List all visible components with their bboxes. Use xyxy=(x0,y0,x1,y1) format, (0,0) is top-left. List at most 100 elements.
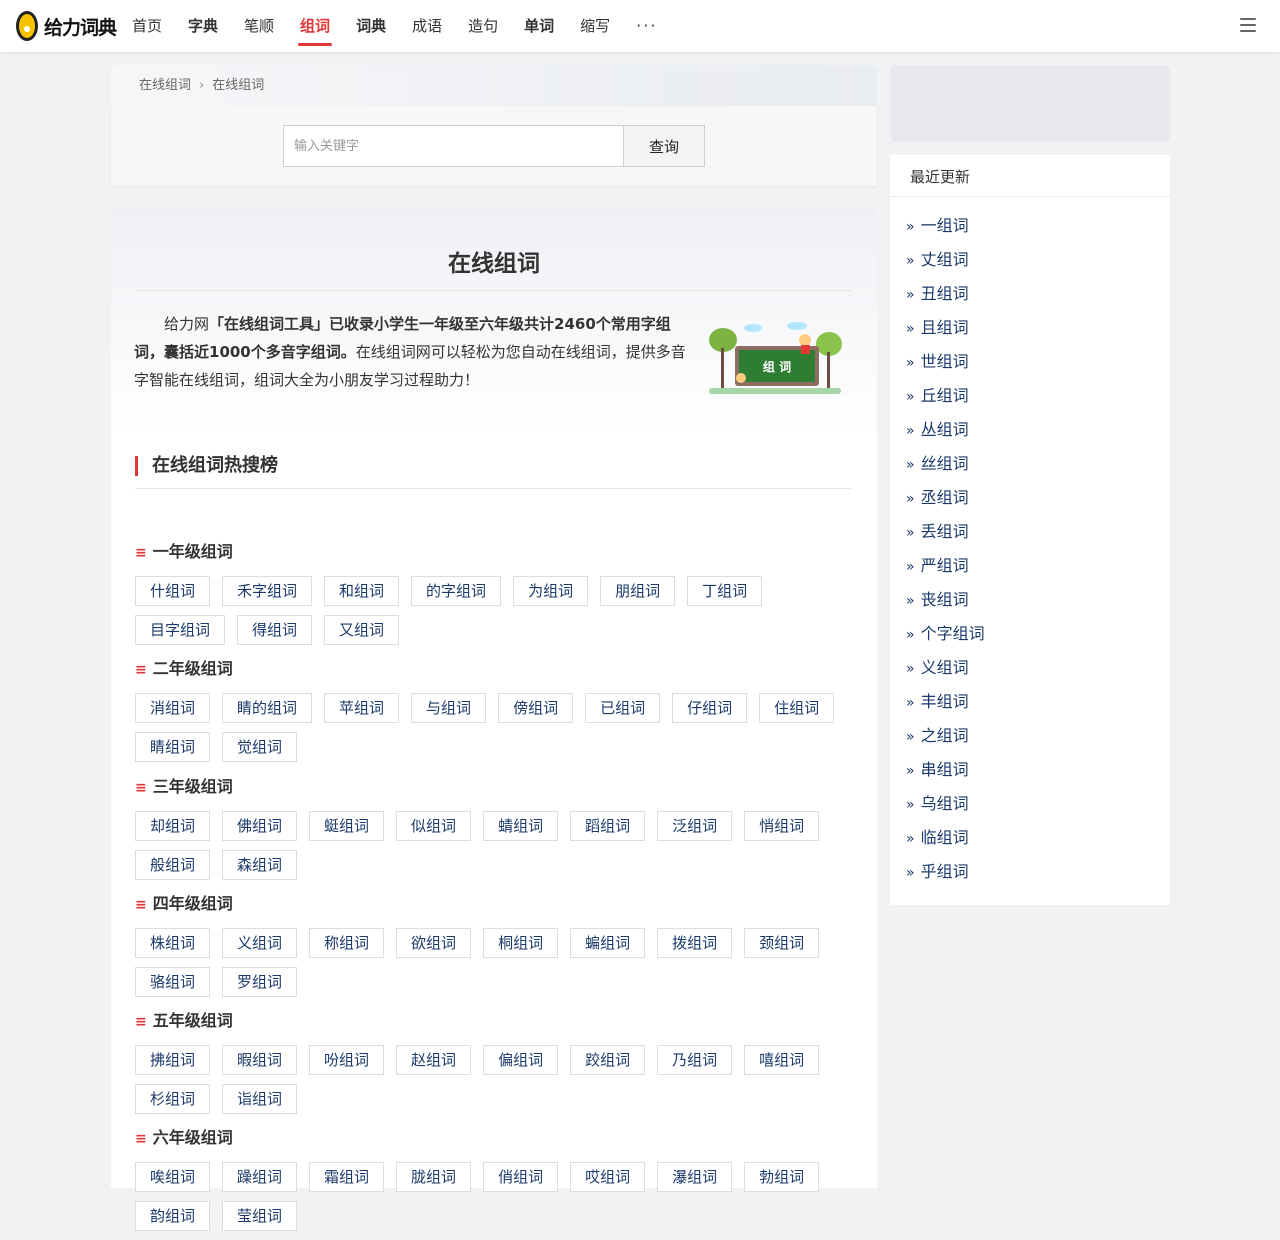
word-tag-link[interactable]: 嘻组词 xyxy=(744,1045,820,1075)
nav-item[interactable]: 笔顺 xyxy=(244,0,274,52)
word-tag-link[interactable]: 悄组词 xyxy=(744,811,820,841)
word-tag-link[interactable]: 得组词 xyxy=(237,615,313,645)
word-tag-link[interactable]: 又组词 xyxy=(324,615,400,645)
word-tag-link[interactable]: 与组词 xyxy=(411,693,487,723)
word-tag-link[interactable]: 拂组词 xyxy=(135,1045,211,1075)
recent-update-link[interactable]: » 丘组词 xyxy=(890,379,1170,413)
word-tag-link[interactable]: 却组词 xyxy=(135,811,211,841)
word-tag-link[interactable]: 为组词 xyxy=(513,576,589,606)
word-tag-link[interactable]: 般组词 xyxy=(135,850,211,880)
word-tag-link[interactable]: 森组词 xyxy=(222,850,298,880)
word-tag-link[interactable]: 义组词 xyxy=(222,928,298,958)
word-tag-link[interactable]: 杉组词 xyxy=(135,1084,211,1114)
word-tag-link[interactable]: 罗组词 xyxy=(222,967,298,997)
word-tag-link[interactable]: 已组词 xyxy=(585,693,661,723)
double-chevron-icon: » xyxy=(906,865,915,881)
word-tag-link[interactable]: 跤组词 xyxy=(570,1045,646,1075)
hot-heading: 在线组词热搜榜 xyxy=(135,456,278,476)
nav-item[interactable]: 词典 xyxy=(356,0,386,52)
word-tag-link[interactable]: 傍组词 xyxy=(498,693,574,723)
recent-update-link[interactable]: » 丈组词 xyxy=(890,243,1170,277)
word-tag-link[interactable]: 和组词 xyxy=(324,576,400,606)
breadcrumb-link[interactable]: 在线组词 xyxy=(139,78,191,93)
word-tag-link[interactable]: 丁组词 xyxy=(687,576,763,606)
recent-update-link[interactable]: » 义组词 xyxy=(890,651,1170,685)
recent-update-link[interactable]: » 乎组词 xyxy=(890,855,1170,889)
recent-update-link[interactable]: » 世组词 xyxy=(890,345,1170,379)
word-tag-link[interactable]: 乃组词 xyxy=(657,1045,733,1075)
recent-update-link[interactable]: » 之组词 xyxy=(890,719,1170,753)
recent-update-link[interactable]: » 丢组词 xyxy=(890,515,1170,549)
double-chevron-icon: » xyxy=(906,559,915,575)
word-tag-link[interactable]: 偏组词 xyxy=(483,1045,559,1075)
word-tag-link[interactable]: 禾字组词 xyxy=(222,576,313,606)
list-icon: ≡ xyxy=(135,780,147,796)
search-input[interactable] xyxy=(283,125,625,167)
nav-item[interactable]: 首页 xyxy=(132,0,162,52)
recent-update-link[interactable]: » 丑组词 xyxy=(890,277,1170,311)
recent-update-link[interactable]: » 丞组词 xyxy=(890,481,1170,515)
grade-section: ≡ 五年级组词 拂组词 暇组词 吩组词 赵组词 偏组词 跤组词 乃组词 嘻组词 杉组词 诣组词 xyxy=(135,1010,865,1123)
double-chevron-icon: » xyxy=(906,525,915,541)
double-chevron-icon: » xyxy=(906,321,915,337)
word-tag-link[interactable]: 吩组词 xyxy=(309,1045,385,1075)
intro-text: 给力网「在线组词工具」已收录小学生一年级至六年级共计2460个常用字组词，囊括近… xyxy=(134,310,690,394)
recent-update-link[interactable]: » 一组词 xyxy=(890,209,1170,243)
blackboard-label: 组 词 xyxy=(763,359,791,374)
word-tag-link[interactable]: 睛组词 xyxy=(135,732,211,762)
word-tag-link[interactable]: 泛组词 xyxy=(657,811,733,841)
recent-update-link[interactable]: » 丝组词 xyxy=(890,447,1170,481)
word-tag-link[interactable]: 颈组词 xyxy=(744,928,820,958)
nav-item[interactable]: 造句 xyxy=(468,0,498,52)
word-tag-link[interactable]: 消组词 xyxy=(135,693,211,723)
word-tag-link[interactable]: 似组词 xyxy=(396,811,472,841)
word-tag-link[interactable]: 桐组词 xyxy=(483,928,559,958)
nav-item[interactable]: 字典 xyxy=(188,0,218,52)
word-tag-link[interactable]: 欲组词 xyxy=(396,928,472,958)
nav-item[interactable]: 组词 xyxy=(298,0,333,52)
recent-update-link[interactable]: » 临组词 xyxy=(890,821,1170,855)
site-logo[interactable]: 给力词典 xyxy=(16,10,117,42)
word-tag-link[interactable]: 什组词 xyxy=(135,576,211,606)
word-tag-link[interactable]: 称组词 xyxy=(309,928,385,958)
nav-item[interactable]: 成语 xyxy=(412,0,442,52)
word-tag-link[interactable]: 蹈组词 xyxy=(570,811,646,841)
word-tag-link[interactable]: 住组词 xyxy=(759,693,835,723)
tag-list: 消组词 睛的组词 苹组词 与组词 傍组词 已组词 仔组词 住组词睛组词 觉组词 xyxy=(135,693,865,771)
word-tag-link[interactable]: 佛组词 xyxy=(222,811,298,841)
word-tag-link[interactable]: 骆组词 xyxy=(135,967,211,997)
nav-item[interactable]: 缩写 xyxy=(580,0,610,52)
nav-item[interactable]: 单词 xyxy=(524,0,554,52)
word-tag-link[interactable]: 目字组词 xyxy=(135,615,226,645)
word-tag-link[interactable]: 的字组词 xyxy=(411,576,502,606)
recent-update-link[interactable]: » 且组词 xyxy=(890,311,1170,345)
recent-update-link[interactable]: » 丧组词 xyxy=(890,583,1170,617)
word-tag-link[interactable]: 苹组词 xyxy=(324,693,400,723)
word-tag-link[interactable]: 蜻组词 xyxy=(483,811,559,841)
word-tag-link[interactable]: 暇组词 xyxy=(222,1045,298,1075)
search-button[interactable]: 查询 xyxy=(623,125,705,167)
word-tag-link[interactable]: 赵组词 xyxy=(396,1045,472,1075)
word-tag-link[interactable]: 诣组词 xyxy=(222,1084,298,1114)
word-tag-link[interactable]: 株组词 xyxy=(135,928,211,958)
recent-updates-list: » 一组词 » 丈组词 » 丑组词 » 且组词 » 世组词 » 丘组词 » 丛组词 » 丝组词 » 丞组词 » 丢组词… xyxy=(890,197,1170,889)
word-tag-link[interactable]: 韵组词 xyxy=(135,1201,211,1231)
word-tag-link[interactable]: 睛的组词 xyxy=(222,693,313,723)
word-tag-link[interactable]: 蝙组词 xyxy=(570,928,646,958)
recent-update-link[interactable]: » 乌组词 xyxy=(890,787,1170,821)
recent-update-link[interactable]: » 严组词 xyxy=(890,549,1170,583)
grade-section: ≡ 一年级组词 什组词 禾字组词 和组词 的字组词 为组词 朋组词 丁组词 目字组词 得组词 又组词 xyxy=(135,541,865,654)
recent-update-link[interactable]: » 丰组词 xyxy=(890,685,1170,719)
word-tag-link[interactable]: 朋组词 xyxy=(600,576,676,606)
word-tag-link[interactable]: 仔组词 xyxy=(672,693,748,723)
more-icon[interactable]: ··· xyxy=(636,0,657,52)
word-tag-link[interactable]: 觉组词 xyxy=(222,732,298,762)
recent-update-link[interactable]: » 串组词 xyxy=(890,753,1170,787)
word-tag-link[interactable]: 莹组词 xyxy=(222,1201,298,1231)
word-tag-link[interactable]: 拨组词 xyxy=(657,928,733,958)
hamburger-menu-icon[interactable] xyxy=(1240,18,1256,32)
grade-title-text: 一年级组词 xyxy=(152,542,233,561)
recent-update-link[interactable]: » 丛组词 xyxy=(890,413,1170,447)
recent-update-link[interactable]: » 个字组词 xyxy=(890,617,1170,651)
word-tag-link[interactable]: 蜓组词 xyxy=(309,811,385,841)
